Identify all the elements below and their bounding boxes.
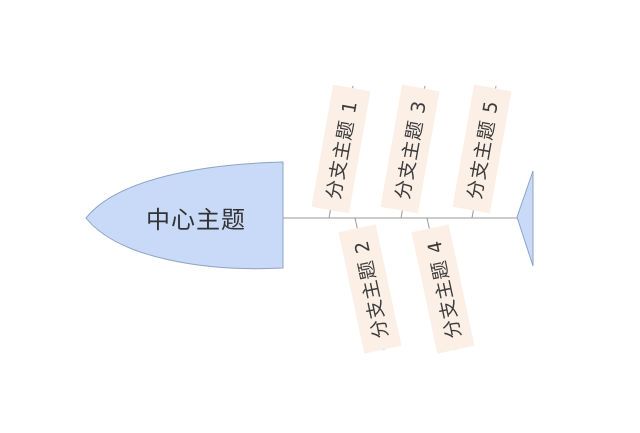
central-topic-label: 中心主题 — [146, 206, 246, 234]
fish-tail — [516, 170, 534, 267]
fishbone-diagram — [85, 85, 534, 351]
